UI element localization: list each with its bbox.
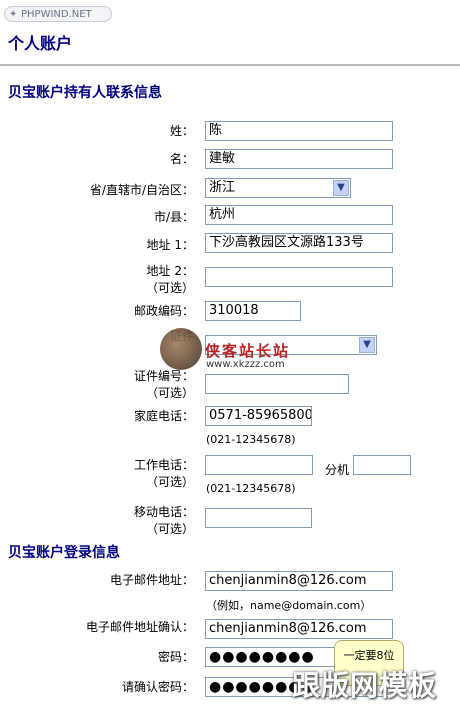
last-name-input[interactable]: 陈 bbox=[205, 121, 393, 141]
divider bbox=[0, 64, 460, 66]
chevron-down-icon[interactable]: ▼ bbox=[333, 180, 349, 196]
province-select[interactable]: 浙江 ▼ bbox=[205, 178, 351, 198]
address1-input[interactable]: 下沙高教园区文源路133号 bbox=[205, 233, 393, 253]
site-logo: ✦ PHPWIND.NET bbox=[4, 6, 112, 22]
province-value: 浙江 bbox=[209, 180, 236, 195]
email-input[interactable]: chenjianmin8@126.com bbox=[205, 571, 393, 591]
email-hint: （例如，name@domain.com） bbox=[206, 599, 372, 612]
email-label: 电子邮件地址： bbox=[109, 573, 194, 587]
first-name-label: 名： bbox=[169, 152, 194, 166]
watermark-site-url: www.xkzzz.com bbox=[206, 359, 285, 370]
mobile-label: 移动电话： （可选） bbox=[134, 503, 194, 537]
star-icon: ✦ bbox=[9, 9, 18, 20]
id-number-label-text: 证件编号： bbox=[133, 369, 194, 383]
email-confirm-input[interactable]: chenjianmin8@126.com bbox=[205, 619, 393, 639]
mobile-input[interactable] bbox=[205, 508, 312, 528]
chevron-down-icon[interactable]: ▼ bbox=[359, 337, 375, 353]
extension-label: 分机 bbox=[325, 463, 350, 477]
address2-input[interactable] bbox=[205, 267, 393, 287]
province-label: 省/直辖市/自治区： bbox=[89, 183, 194, 197]
optional-note: （可选） bbox=[145, 475, 194, 489]
watermark-emblem bbox=[160, 328, 202, 370]
home-phone-input[interactable]: 0571-85965800 bbox=[205, 406, 312, 426]
login-section-title: 贝宝账户登录信息 bbox=[8, 545, 120, 561]
address1-label: 地址 1： bbox=[146, 238, 194, 252]
home-phone-label: 家庭电话： bbox=[133, 409, 194, 423]
home-phone-hint: (021-12345678) bbox=[206, 433, 296, 446]
password-label: 密码： bbox=[157, 650, 194, 664]
optional-note: （可选） bbox=[145, 281, 194, 295]
city-input[interactable]: 杭州 bbox=[205, 205, 393, 225]
logo-text: PHPWIND.NET bbox=[21, 9, 92, 20]
address2-label-text: 地址 2： bbox=[146, 264, 194, 278]
watermark-corner-text: 跟版网模板 bbox=[292, 669, 438, 702]
password-confirm-label: 请确认密码： bbox=[121, 680, 194, 694]
id-number-label: 证件编号： （可选） bbox=[134, 367, 194, 401]
optional-note: （可选） bbox=[145, 522, 194, 536]
mobile-label-text: 移动电话： bbox=[133, 505, 194, 519]
address2-label: 地址 2： （可选） bbox=[146, 262, 194, 296]
contact-section-title: 贝宝账户持有人联系信息 bbox=[8, 85, 162, 101]
page-title: 个人账户 bbox=[8, 34, 73, 53]
work-phone-hint: (021-12345678) bbox=[206, 482, 296, 495]
work-phone-input[interactable] bbox=[205, 455, 313, 475]
city-label: 市/县： bbox=[153, 210, 194, 224]
extension-input[interactable] bbox=[353, 455, 411, 475]
last-name-label: 姓： bbox=[169, 124, 194, 138]
zip-label: 邮政编码： bbox=[133, 304, 194, 318]
first-name-input[interactable]: 建敏 bbox=[205, 149, 393, 169]
zip-input[interactable]: 310018 bbox=[205, 301, 301, 321]
work-phone-label: 工作电话： （可选） bbox=[134, 456, 194, 490]
email-confirm-label: 电子邮件地址确认： bbox=[85, 620, 194, 634]
watermark-site-name: 侠客站长站 bbox=[205, 342, 291, 360]
work-phone-label-text: 工作电话： bbox=[133, 458, 194, 472]
optional-note: （可选） bbox=[145, 386, 194, 400]
id-number-input[interactable] bbox=[205, 374, 349, 394]
